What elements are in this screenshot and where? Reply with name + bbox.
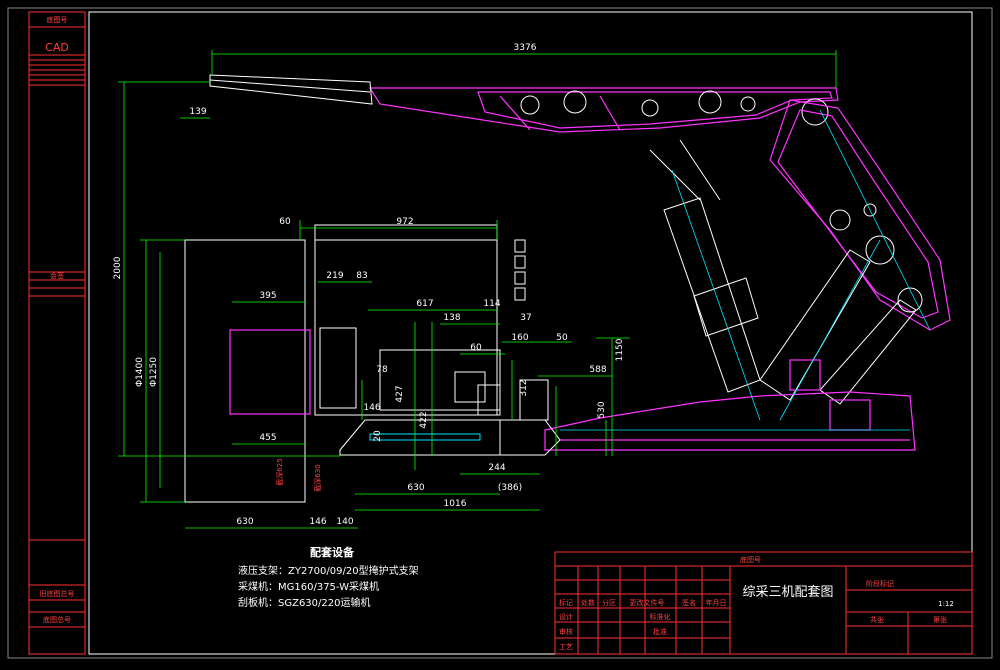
tb-row1-col6: 年月日 (706, 598, 727, 607)
strip-mid-label: 会签 (50, 271, 64, 280)
strip-cad-label: CAD (45, 41, 69, 54)
dim-140: 140 (336, 517, 353, 527)
tb-sheet-b: 第张 (933, 615, 947, 624)
dim-146a: 146 (363, 403, 380, 413)
dim-83: 83 (356, 271, 367, 281)
dim-588: 588 (589, 365, 606, 375)
left-strip (28, 11, 86, 655)
tb-row1-col1: 标记 (559, 598, 573, 607)
tb-drawing-number-label: 底图号 (740, 555, 761, 564)
drawing-canvas: 底图号 CAD 会签 旧底图总号 底图总号 3376 139 2000 60 9… (7, 7, 993, 659)
dim-630a: 630 (407, 483, 424, 493)
dim-146b: 146 (309, 517, 326, 527)
strip-label-3: 旧底图总号 (40, 589, 75, 598)
tb-title: 综采三机配套图 (742, 584, 833, 600)
strip-label-4: 底图总号 (43, 615, 71, 624)
dim-60b: 60 (470, 343, 482, 353)
shield-plate (769, 99, 951, 331)
tb-row2-col1: 设计 (559, 612, 573, 621)
notes-line-1: 液压支架：ZY2700/09/20型掩护式支架 (238, 564, 419, 577)
dim-1250: Φ1250 (149, 357, 159, 387)
strip-top-label: 底图号 (47, 15, 68, 24)
vertical-label-2: 截深630 (313, 464, 322, 491)
title-block-grid (554, 551, 973, 655)
leg-cylinder (649, 139, 761, 393)
dim-78: 78 (376, 365, 388, 375)
dim-37: 37 (520, 313, 531, 323)
notes-line-3: 刮板机：SGZ630/220运输机 (238, 596, 371, 609)
tb-row1-col3: 分区 (602, 598, 616, 607)
dim-219: 219 (326, 271, 343, 281)
shield-pins (829, 203, 923, 313)
tb-sheet-a: 共张 (870, 615, 884, 624)
dim-617: 617 (416, 299, 433, 309)
dim-455: 455 (259, 433, 276, 443)
tb-row2-col3: 标准化 (650, 612, 671, 621)
dim-139: 139 (189, 107, 206, 117)
dim-160: 160 (511, 333, 528, 343)
outer-frame (7, 7, 993, 659)
cad-drawing: 底图号 CAD 会签 旧底图总号 底图总号 3376 139 2000 60 9… (0, 0, 1000, 666)
dim-50: 50 (556, 333, 568, 343)
dim-2000: 2000 (113, 256, 123, 279)
tb-row3-col3: 批准 (653, 627, 667, 636)
dim-20: 20 (373, 430, 383, 442)
tb-row1-col4: 更改文件号 (630, 598, 665, 607)
dim-386: (386) (498, 483, 522, 493)
dim-395: 395 (259, 291, 276, 301)
inner-frame (88, 11, 973, 655)
tb-row1-col2: 处数 (581, 598, 595, 607)
canopy-pins (520, 90, 829, 126)
conveyor-chain (369, 433, 481, 441)
dim-3376: 3376 (514, 43, 537, 53)
dim-312: 312 (519, 379, 529, 396)
dim-138: 138 (443, 313, 460, 323)
dim-630b: 630 (236, 517, 253, 527)
cutting-drum (229, 329, 311, 415)
dim-422: 422 (419, 411, 429, 428)
notes-title: 配套设备 (310, 545, 355, 559)
rear-links (759, 249, 917, 405)
tb-row4-col1: 工艺 (559, 643, 573, 651)
dim-972: 972 (396, 217, 413, 227)
center-lines (560, 109, 931, 431)
dim-114: 114 (483, 299, 500, 309)
dim-530: 530 (597, 401, 607, 418)
dim-1016: 1016 (444, 499, 467, 509)
tb-row3-col1: 审核 (559, 627, 573, 636)
dim-60: 60 (279, 217, 291, 227)
shearer-body (184, 224, 501, 503)
support-canopy (368, 87, 839, 133)
dim-427: 427 (395, 385, 405, 402)
dim-1150: 1150 (615, 338, 625, 361)
notes-line-2: 采煤机：MG160/375-W采煤机 (238, 580, 379, 593)
tb-stage-header: 阶段标记 (866, 579, 894, 588)
vertical-label-1: 截深625 (275, 458, 284, 485)
tb-scale-value: 1:12 (938, 600, 954, 608)
dim-1400: Φ1400 (135, 357, 145, 387)
canopy-extension (209, 74, 373, 105)
chain-links (514, 239, 526, 301)
tb-row1-col5: 签名 (682, 598, 696, 607)
dim-244: 244 (488, 463, 505, 473)
